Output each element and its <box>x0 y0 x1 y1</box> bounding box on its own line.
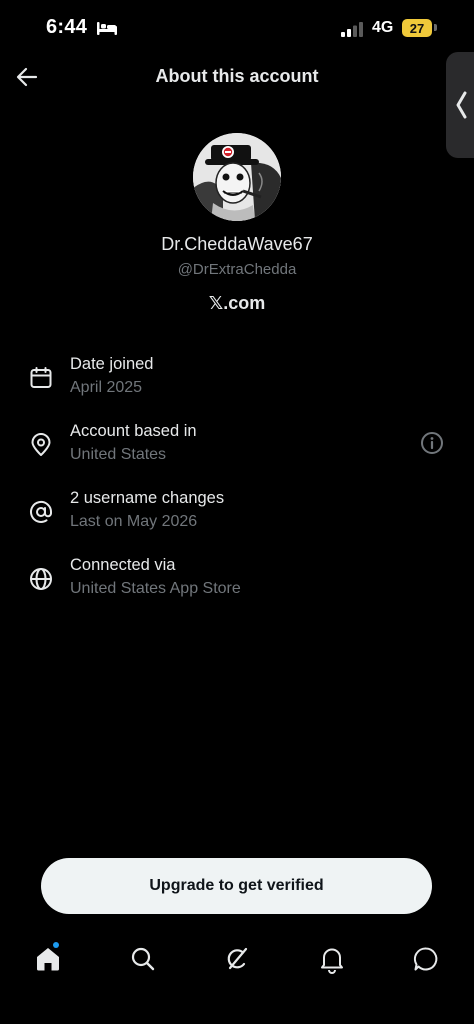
username-handle: @DrExtraChedda <box>177 261 297 278</box>
detail-value: Last on May 2026 <box>70 513 198 530</box>
side-panel-handle[interactable] <box>446 52 474 158</box>
detail-title: Connected via <box>70 556 176 574</box>
at-sign-icon <box>30 500 53 523</box>
avatar <box>193 133 281 221</box>
detail-title: Date joined <box>70 355 154 373</box>
upgrade-button-label: Upgrade to get verified <box>149 877 324 894</box>
globe-icon <box>30 568 52 590</box>
detail-value: April 2025 <box>70 379 143 396</box>
status-time: 6:44 <box>46 16 88 38</box>
site-label: 𝕏.com <box>0 293 474 314</box>
x-logo-mark: 𝕏 <box>208 293 224 314</box>
display-name: Dr.CheddaWave67 <box>161 234 313 254</box>
signal-icon <box>341 22 363 37</box>
detail-row-account-based-in: Account based in United States <box>0 422 474 478</box>
detail-value: United States <box>70 446 167 463</box>
tab-grok[interactable] <box>222 944 252 974</box>
page-title: About this account <box>155 66 319 86</box>
detail-row-date-joined: Date joined April 2025 <box>0 355 474 411</box>
location-pin-icon <box>31 433 51 456</box>
bell-icon <box>321 948 343 974</box>
detail-title: 2 username changes <box>70 489 225 507</box>
avatar-image <box>193 133 281 221</box>
detail-value: United States App Store <box>70 580 241 597</box>
bed-icon <box>97 22 117 35</box>
info-icon[interactable] <box>420 431 444 455</box>
tab-search[interactable] <box>128 944 158 974</box>
battery-level: 27 <box>409 20 425 36</box>
tab-notifications[interactable] <box>317 944 347 974</box>
battery-cap <box>434 24 437 31</box>
detail-row-username-changes: 2 username changes Last on May 2026 <box>0 489 474 545</box>
tab-messages[interactable] <box>411 944 441 974</box>
home-notification-dot <box>53 942 59 948</box>
site-suffix: .com <box>223 293 266 313</box>
network-type: 4G <box>372 19 394 36</box>
home-icon <box>37 948 59 971</box>
tab-home[interactable] <box>33 944 63 974</box>
chat-icon <box>413 947 438 971</box>
battery-indicator: 27 <box>402 19 432 37</box>
upgrade-verified-button[interactable]: Upgrade to get verified <box>41 858 432 914</box>
status-bar: 6:44 4G 27 <box>0 0 474 58</box>
calendar-icon <box>30 367 52 388</box>
chevron-left-icon <box>456 91 467 119</box>
grok-icon <box>227 947 248 970</box>
detail-row-connected-via: Connected via United States App Store <box>0 556 474 612</box>
search-icon <box>131 947 155 971</box>
detail-title: Account based in <box>70 422 197 440</box>
